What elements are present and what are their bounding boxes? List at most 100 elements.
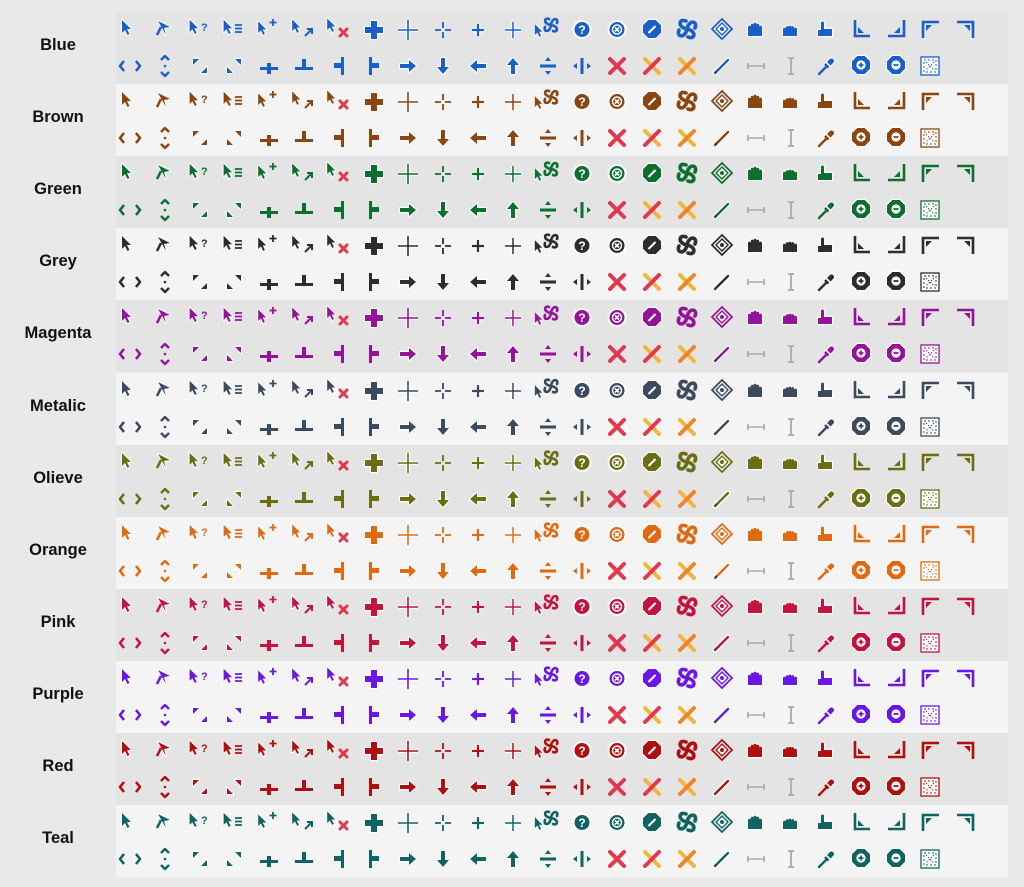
svg-text:?: ? xyxy=(201,383,208,395)
hand-point-icon xyxy=(810,447,842,479)
plus-cross-icon xyxy=(358,375,390,407)
theme-name-magenta: Magenta xyxy=(24,324,92,343)
not-allowed-badge-icon xyxy=(636,591,668,623)
svg-text:?: ? xyxy=(579,239,586,253)
x-yellow-red-icon xyxy=(636,483,668,515)
zoom-in-icon xyxy=(845,266,877,298)
zoom-in-icon xyxy=(845,699,877,731)
alternate-pointer-icon xyxy=(149,158,181,190)
move-diamond-icon xyxy=(706,447,738,479)
thin-cross-icon xyxy=(497,375,529,407)
resize-diagonal-nesw-icon xyxy=(218,194,250,226)
arrow-down-icon xyxy=(427,843,459,875)
arrow-right-icon xyxy=(392,771,424,803)
help-pointer-icon: ? xyxy=(184,230,216,262)
hand-open-icon xyxy=(740,663,772,695)
arrow-left-icon xyxy=(462,843,494,875)
hand-point-icon xyxy=(810,735,842,767)
hand-point-icon xyxy=(810,591,842,623)
align-top-icon xyxy=(288,194,320,226)
close-badge-icon xyxy=(601,302,633,334)
size-horizontal-pale-icon xyxy=(740,194,772,226)
arrow-left-icon xyxy=(462,50,494,82)
align-bottom-icon xyxy=(253,483,285,515)
split-horizontal-icon xyxy=(566,194,598,226)
zoom-out-icon xyxy=(880,411,912,443)
arrow-down-icon xyxy=(427,50,459,82)
split-vertical-icon xyxy=(532,555,564,587)
align-bottom-icon xyxy=(253,194,285,226)
pipette-icon xyxy=(810,771,842,803)
split-vertical-icon xyxy=(532,627,564,659)
corner-bottom-left-icon xyxy=(845,735,877,767)
align-right-icon xyxy=(323,266,355,298)
align-top-icon xyxy=(288,338,320,370)
split-vertical-icon xyxy=(532,699,564,731)
corner-bottom-right-icon xyxy=(880,302,912,334)
align-top-icon xyxy=(288,483,320,515)
x-yellow-icon xyxy=(671,122,703,154)
dotted-box-icon xyxy=(914,266,946,298)
text-cursor-pale-icon xyxy=(775,843,807,875)
x-yellow-red-icon xyxy=(636,843,668,875)
busy-pointer-icon xyxy=(532,447,564,479)
hand-grab-icon xyxy=(775,302,807,334)
corner-bottom-right-icon xyxy=(880,663,912,695)
add-pointer-icon xyxy=(253,375,285,407)
corner-top-left-icon xyxy=(914,447,946,479)
arrow-left-icon xyxy=(462,122,494,154)
help-pointer-icon: ? xyxy=(184,735,216,767)
small-cross-icon xyxy=(462,591,494,623)
split-vertical-icon xyxy=(532,266,564,298)
arrow-down-icon xyxy=(427,483,459,515)
zoom-out-icon xyxy=(880,50,912,82)
add-pointer-icon xyxy=(253,807,285,839)
arrow-pointer-icon xyxy=(114,14,146,46)
resize-diagonal-nesw-icon xyxy=(218,771,250,803)
theme-name-orange: Orange xyxy=(29,540,87,559)
text-cursor-pale-icon xyxy=(775,194,807,226)
split-horizontal-icon xyxy=(566,50,598,82)
precision-cross-icon xyxy=(392,735,424,767)
help-badge-icon: ? xyxy=(566,519,598,551)
corner-top-left-icon xyxy=(914,158,946,190)
no-drop-pointer-icon xyxy=(323,302,355,334)
add-pointer-icon xyxy=(253,447,285,479)
resize-horizontal-icon xyxy=(114,338,146,370)
add-pointer-icon xyxy=(253,519,285,551)
pipette-icon xyxy=(810,627,842,659)
add-pointer-icon xyxy=(253,663,285,695)
x-yellow-red-icon xyxy=(636,555,668,587)
pipette-icon xyxy=(810,699,842,731)
pencil-icon xyxy=(706,555,738,587)
resize-diagonal-nwse-icon xyxy=(184,483,216,515)
arrow-up-icon xyxy=(497,122,529,154)
align-top-icon xyxy=(288,843,320,875)
help-pointer-icon: ? xyxy=(184,591,216,623)
align-left-icon xyxy=(358,50,390,82)
zoom-out-icon xyxy=(880,194,912,226)
corner-bottom-left-icon xyxy=(845,86,877,118)
x-cross-icon xyxy=(601,555,633,587)
resize-vertical-icon xyxy=(149,555,181,587)
resize-diagonal-nwse-icon xyxy=(184,627,216,659)
text-cursor-pale-icon xyxy=(775,266,807,298)
arrow-up-icon xyxy=(497,843,529,875)
svg-text:?: ? xyxy=(579,600,586,614)
theme-name-pink: Pink xyxy=(40,612,76,631)
hand-grab-icon xyxy=(775,230,807,262)
help-pointer-icon: ? xyxy=(184,375,216,407)
theme-name-green: Green xyxy=(34,180,82,199)
align-bottom-icon xyxy=(253,411,285,443)
resize-diagonal-nwse-icon xyxy=(184,122,216,154)
x-yellow-icon xyxy=(671,699,703,731)
resize-diagonal-nesw-icon xyxy=(218,411,250,443)
corner-top-left-icon xyxy=(914,14,946,46)
align-left-icon xyxy=(358,555,390,587)
no-drop-pointer-icon xyxy=(323,807,355,839)
corner-top-left-icon xyxy=(914,663,946,695)
resize-vertical-icon xyxy=(149,699,181,731)
list-pointer-icon xyxy=(218,230,250,262)
resize-horizontal-icon xyxy=(114,411,146,443)
zoom-in-icon xyxy=(845,483,877,515)
